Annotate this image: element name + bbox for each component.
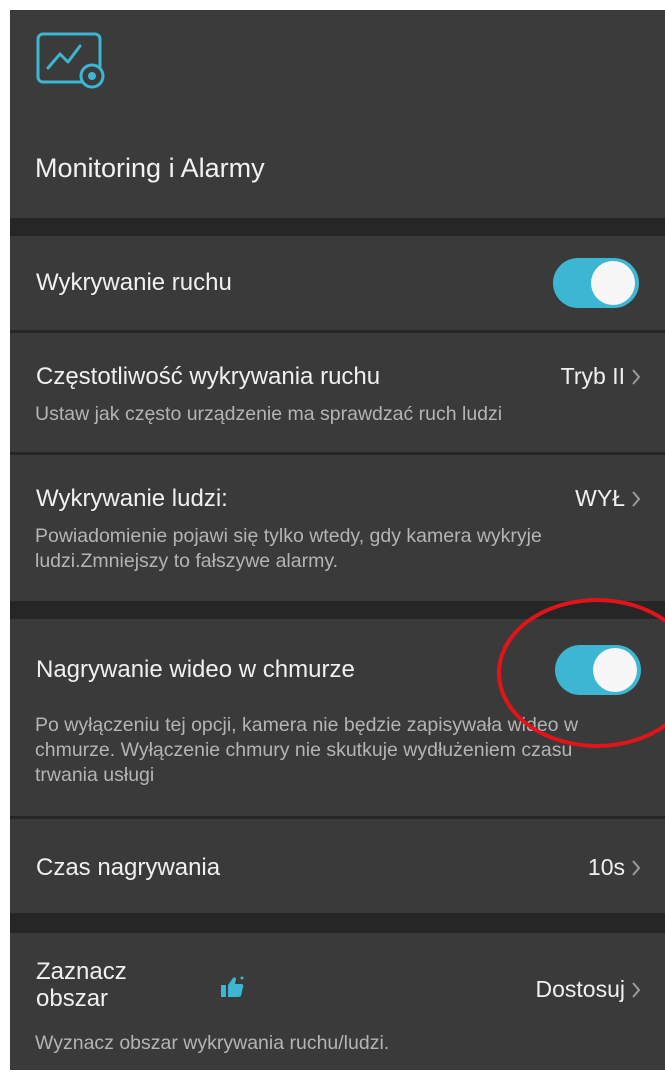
chevron-right-icon [632, 368, 641, 385]
cloud-recording-label: Nagrywanie wideo w chmurze [36, 656, 355, 683]
detection-area-value: Dostosuj [536, 976, 641, 1003]
section-gap [10, 913, 665, 933]
chevron-right-icon [632, 859, 641, 876]
human-detection-label: Wykrywanie ludzi: [36, 485, 228, 512]
recording-time-value-text: 10s [587, 854, 625, 880]
motion-detection-toggle[interactable] [553, 258, 639, 308]
chevron-right-icon [632, 981, 641, 998]
chevron-right-icon [632, 490, 641, 507]
page-title: Monitoring i Alarmy [35, 153, 265, 183]
human-detection-row[interactable]: Wykrywanie ludzi: WYŁ Powiadomienie poja… [10, 455, 665, 601]
detection-area-label: Zaznacz obszar [36, 958, 127, 1012]
settings-screen: Monitoring i Alarmy Wykrywanie ruchu Czę… [10, 10, 665, 1070]
human-detection-value-text: WYŁ [575, 485, 625, 511]
motion-detection-row: Wykrywanie ruchu [10, 236, 665, 330]
human-detection-value: WYŁ [575, 485, 641, 512]
motion-frequency-label: Częstotliwość wykrywania ruchu [36, 363, 381, 390]
toggle-knob [591, 261, 635, 305]
monitoring-icon [36, 32, 105, 89]
motion-frequency-value: Tryb II [561, 363, 641, 390]
detection-area-value-text: Dostosuj [535, 976, 625, 1002]
recording-time-value: 10s [588, 854, 641, 881]
human-detection-description: Powiadomienie pojawi się tylko wtedy, gd… [35, 525, 542, 572]
recording-time-row[interactable]: Czas nagrywania 10s [10, 819, 665, 913]
detection-area-description: Wyznacz obszar wykrywania ruchu/ludzi. [35, 1032, 390, 1054]
section-gap [10, 218, 665, 236]
motion-frequency-row[interactable]: Częstotliwość wykrywania ruchu Tryb II U… [10, 333, 665, 452]
recording-time-label: Czas nagrywania [36, 854, 221, 881]
header: Monitoring i Alarmy [10, 10, 665, 218]
motion-frequency-value-text: Tryb II [560, 363, 625, 389]
detection-area-row[interactable]: Zaznacz obszar Dostosuj Wyznacz obszar w… [10, 933, 665, 1070]
motion-frequency-description: Ustaw jak często urządzenie ma sprawdzać… [35, 403, 503, 425]
motion-detection-label: Wykrywanie ruchu [36, 269, 232, 296]
thumbs-up-icon [221, 976, 244, 997]
